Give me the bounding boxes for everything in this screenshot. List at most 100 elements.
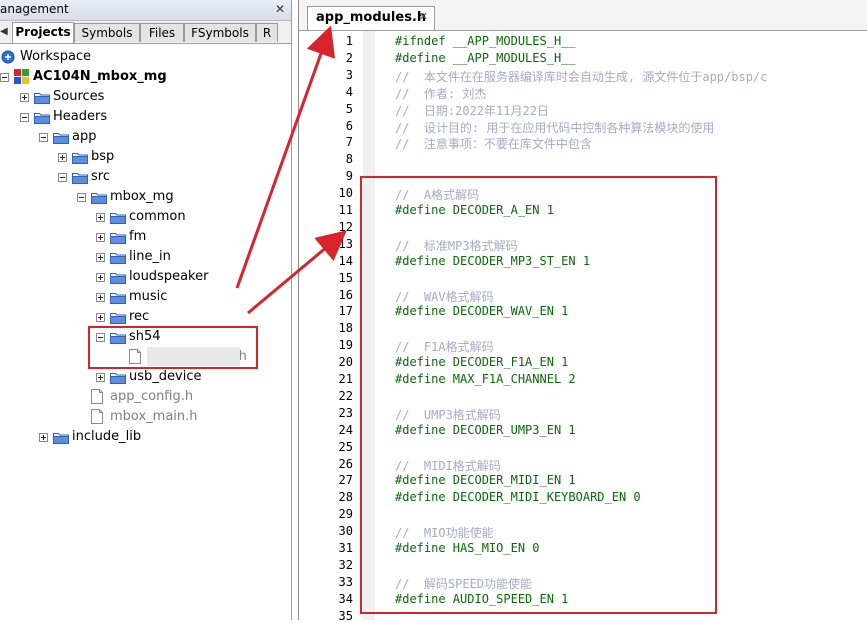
tab-app-modules-h[interactable]: app_modules.h ✕ (307, 6, 435, 30)
line-number: 19 (338, 338, 353, 353)
tree-item-label: include_lib (72, 429, 142, 444)
line-number: 2 (345, 50, 353, 65)
folder-icon (34, 91, 50, 104)
line-number: 11 (338, 203, 353, 217)
tab-symbols[interactable]: Symbols (74, 23, 140, 42)
tree-item-ac104n-mbox-mg[interactable]: AC104N_mbox_mg (0, 67, 291, 87)
tree-item-bsp[interactable]: bsp (0, 147, 291, 167)
line-number: 23 (338, 405, 353, 420)
tree-item-label: mbox_mg (110, 189, 174, 204)
expand-icon[interactable] (96, 253, 105, 262)
tree-item-workspace[interactable]: Workspace (0, 47, 291, 67)
tree-item-line-in[interactable]: line_in (0, 247, 291, 267)
folder-icon (72, 171, 88, 184)
folder-icon (110, 291, 126, 304)
expand-icon[interactable] (96, 233, 105, 242)
expand-icon[interactable] (58, 153, 67, 162)
expand-icon[interactable] (20, 93, 29, 102)
folder-icon (91, 191, 107, 204)
folder-icon (53, 131, 69, 144)
tree-item-rec[interactable]: rec (0, 307, 291, 327)
line-number: 5 (345, 101, 353, 116)
line-number: 10 (338, 186, 353, 201)
editor-tab-strip: app_modules.h ✕ (299, 0, 867, 31)
close-icon[interactable]: ✕ (419, 10, 428, 23)
tree-item-label: music (129, 289, 168, 304)
code-comment-line: // 设计目的: 用于在应用代码中控制各种算法模块的使用 (395, 120, 715, 135)
folder-icon (53, 431, 69, 444)
close-icon[interactable]: ✕ (273, 1, 287, 17)
line-number: 3 (345, 67, 353, 82)
tree-item-mbox-mg[interactable]: mbox_mg (0, 187, 291, 207)
tab-r[interactable]: R (256, 23, 278, 42)
tree-item-label: Workspace (20, 49, 92, 64)
line-number: 24 (338, 422, 353, 437)
line-number: 34 (338, 591, 353, 606)
code-comment-line: // 作者: 刘杰 (395, 86, 487, 101)
line-number: 31 (338, 541, 353, 555)
line-number: 18 (338, 321, 353, 336)
tree-item-include-lib[interactable]: include_lib (0, 427, 291, 447)
tree-item-label: Sources (53, 89, 105, 104)
expand-icon[interactable] (96, 213, 105, 222)
line-number: 15 (338, 270, 353, 285)
code-comment-line: // 日期:2022年11月22日 (395, 103, 549, 118)
folder-icon (110, 271, 126, 284)
collapse-icon[interactable] (58, 173, 67, 182)
expand-icon[interactable] (96, 273, 105, 282)
tab-fsymbols[interactable]: FSymbols (184, 23, 256, 42)
line-number: 4 (345, 84, 353, 99)
panel-title: anagement (0, 2, 69, 16)
annotation-box-defines (360, 176, 717, 614)
scroll-left-icon[interactable]: ◀ (0, 25, 10, 39)
line-number: 6 (345, 118, 353, 133)
project-management-panel: anagement ✕ ◀ Projects Symbols Files FSy… (0, 0, 292, 620)
line-number: 14 (338, 253, 353, 268)
expand-icon[interactable] (96, 373, 105, 382)
tree-item-fm[interactable]: fm (0, 227, 291, 247)
folder-icon (72, 151, 88, 164)
tree-item-label: loudspeaker (129, 269, 209, 284)
panel-tab-strip: ◀ Projects Symbols Files FSymbols R (0, 21, 291, 44)
folder-icon (110, 211, 126, 224)
tree-item-sources[interactable]: Sources (0, 87, 291, 107)
line-number: 26 (338, 456, 353, 471)
tree-item-usb-device[interactable]: usb_device (0, 367, 291, 387)
line-number: 13 (338, 236, 353, 251)
tree-item-label: usb_device (129, 369, 202, 384)
tree-item-loudspeaker[interactable]: loudspeaker (0, 267, 291, 287)
tab-projects[interactable]: Projects (12, 22, 74, 43)
file-icon (91, 389, 103, 404)
tree-item-headers[interactable]: Headers (0, 107, 291, 127)
expand-icon[interactable] (39, 433, 48, 442)
line-number: 30 (338, 524, 353, 539)
line-number: 9 (345, 169, 353, 184)
expand-icon[interactable] (96, 313, 105, 322)
tree-item-music[interactable]: music (0, 287, 291, 307)
collapse-icon[interactable] (39, 133, 48, 142)
code-comment-line: // 注意事项：不要在库文件中包含 (395, 137, 592, 152)
line-number: 33 (338, 574, 353, 589)
collapse-icon[interactable] (0, 73, 9, 82)
code-line: #define __APP_MODULES_H__ (395, 50, 576, 65)
collapse-icon[interactable] (77, 193, 86, 202)
line-number: 27 (338, 473, 353, 488)
code-comment-line: // 本文件在在服务器编译库时会自动生成, 源文件位于app/bsp/c (395, 69, 768, 84)
folder-icon (110, 251, 126, 264)
tree-item-label: rec (129, 309, 150, 324)
tree-item-label: app_config.h (110, 389, 194, 404)
line-number: 32 (338, 557, 353, 572)
expand-icon[interactable] (96, 293, 105, 302)
tab-files[interactable]: Files (140, 23, 184, 42)
tree-item-app[interactable]: app (0, 127, 291, 147)
line-number: 8 (345, 152, 353, 167)
tree-item-mbox-main-h[interactable]: mbox_main.h (0, 407, 291, 427)
tree-item-app-config-h[interactable]: app_config.h (0, 387, 291, 407)
line-number: 12 (338, 219, 353, 234)
project-icon (14, 69, 29, 84)
tree-item-src[interactable]: src (0, 167, 291, 187)
tree-item-common[interactable]: common (0, 207, 291, 227)
folder-icon (110, 311, 126, 324)
collapse-icon[interactable] (20, 113, 29, 122)
tree-item-label: src (91, 169, 110, 184)
